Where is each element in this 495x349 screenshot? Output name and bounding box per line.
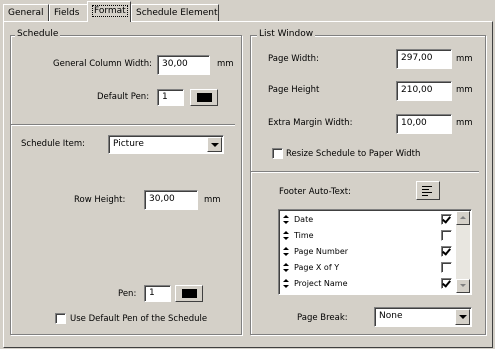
pen-color-button[interactable] (175, 285, 203, 302)
extra-margin-label: Extra Margin Width: (268, 118, 353, 128)
pen-label: Pen: (118, 289, 137, 299)
tab-format-label: Format (92, 5, 128, 17)
list-item-page-number[interactable]: Page Number (281, 244, 453, 260)
footer-auto-text-label: Footer Auto-Text: (279, 187, 351, 197)
tab-format[interactable]: Format (87, 1, 131, 22)
page-width-unit: mm (456, 54, 473, 64)
list-item-checkbox[interactable] (441, 262, 452, 273)
resize-schedule-label: Resize Schedule to Paper Width (286, 149, 421, 159)
general-column-width-label: General Column Width: (53, 59, 153, 69)
list-item-checkbox[interactable] (441, 214, 452, 225)
text-align-icon[interactable] (416, 181, 440, 200)
tab-fields-label: Fields (54, 8, 80, 18)
drag-handle-icon[interactable] (283, 215, 289, 224)
default-pen-label: Default Pen: (97, 92, 150, 102)
list-window-group-title: List Window (257, 29, 316, 39)
tab-fields[interactable]: Fields (49, 4, 88, 21)
resize-schedule-checkbox[interactable] (272, 148, 283, 159)
chevron-down-icon[interactable] (207, 137, 222, 152)
list-item-checkbox[interactable] (441, 246, 452, 257)
extra-margin-unit: mm (456, 118, 473, 128)
page-break-value: None (379, 311, 403, 321)
row-height-unit: mm (204, 195, 221, 205)
list-item-project-name[interactable]: Project Name (281, 276, 453, 292)
default-pen-color-button[interactable] (190, 89, 218, 106)
drag-handle-icon[interactable] (283, 263, 289, 272)
schedule-group-title: Schedule (15, 29, 61, 39)
use-default-pen-checkbox[interactable] (55, 313, 66, 324)
general-column-width-unit: mm (217, 59, 234, 69)
page-height-unit: mm (456, 85, 473, 95)
footer-auto-text-list[interactable]: Date Time Page Number Page X of Y Projec… (278, 209, 472, 295)
list-item-checkbox[interactable] (441, 278, 452, 289)
list-item-checkbox[interactable] (441, 230, 452, 241)
default-pen-input[interactable]: 1 (157, 89, 184, 106)
pen-swatch-icon (197, 93, 212, 102)
chevron-down-icon[interactable] (455, 309, 470, 325)
scroll-up-icon[interactable] (456, 211, 470, 225)
list-item-page-x-of-y[interactable]: Page X of Y (281, 260, 453, 276)
page-break-label: Page Break: (297, 313, 348, 323)
page-height-input[interactable]: 210,00 (396, 81, 452, 101)
list-item-date[interactable]: Date (281, 212, 453, 228)
list-window-separator (251, 171, 479, 173)
schedule-item-value: Picture (113, 139, 144, 149)
schedule-item-select[interactable]: Picture (108, 135, 224, 154)
extra-margin-input[interactable]: 10,00 (396, 114, 452, 134)
row-height-label: Row Height: (74, 195, 126, 205)
page-width-input[interactable]: 297,00 (396, 49, 452, 69)
list-item-label: Page X of Y (294, 263, 340, 272)
tab-schedule-element-label: Schedule Element (136, 8, 218, 18)
list-scrollbar[interactable] (456, 211, 470, 293)
list-item-label: Time (294, 231, 314, 240)
scroll-down-icon[interactable] (456, 279, 470, 293)
list-item-label: Date (294, 215, 314, 224)
drag-handle-icon[interactable] (283, 247, 289, 256)
drag-handle-icon[interactable] (283, 231, 289, 240)
general-column-width-input[interactable]: 30,00 (157, 55, 210, 75)
tab-general[interactable]: General (3, 4, 49, 21)
schedule-separator-1 (11, 124, 235, 126)
tab-schedule-element[interactable]: Schedule Element (131, 4, 219, 21)
pen-swatch-icon (182, 289, 197, 298)
list-item-label: Project Name (294, 279, 348, 288)
schedule-item-label: Schedule Item: (21, 139, 85, 149)
tab-general-label: General (8, 8, 44, 18)
list-item-time[interactable]: Time (281, 228, 453, 244)
format-panel: Schedule General Column Width: 30,00 mm … (3, 21, 493, 348)
page-break-select[interactable]: None (374, 307, 472, 327)
list-item-label: Page Number (294, 247, 349, 256)
page-width-label: Page Width: (268, 54, 319, 64)
use-default-pen-label: Use Default Pen of the Schedule (70, 314, 208, 324)
pen-input[interactable]: 1 (144, 285, 171, 302)
row-height-input[interactable]: 30,00 (144, 190, 198, 210)
drag-handle-icon[interactable] (283, 279, 289, 288)
page-height-label: Page Height (268, 85, 320, 95)
